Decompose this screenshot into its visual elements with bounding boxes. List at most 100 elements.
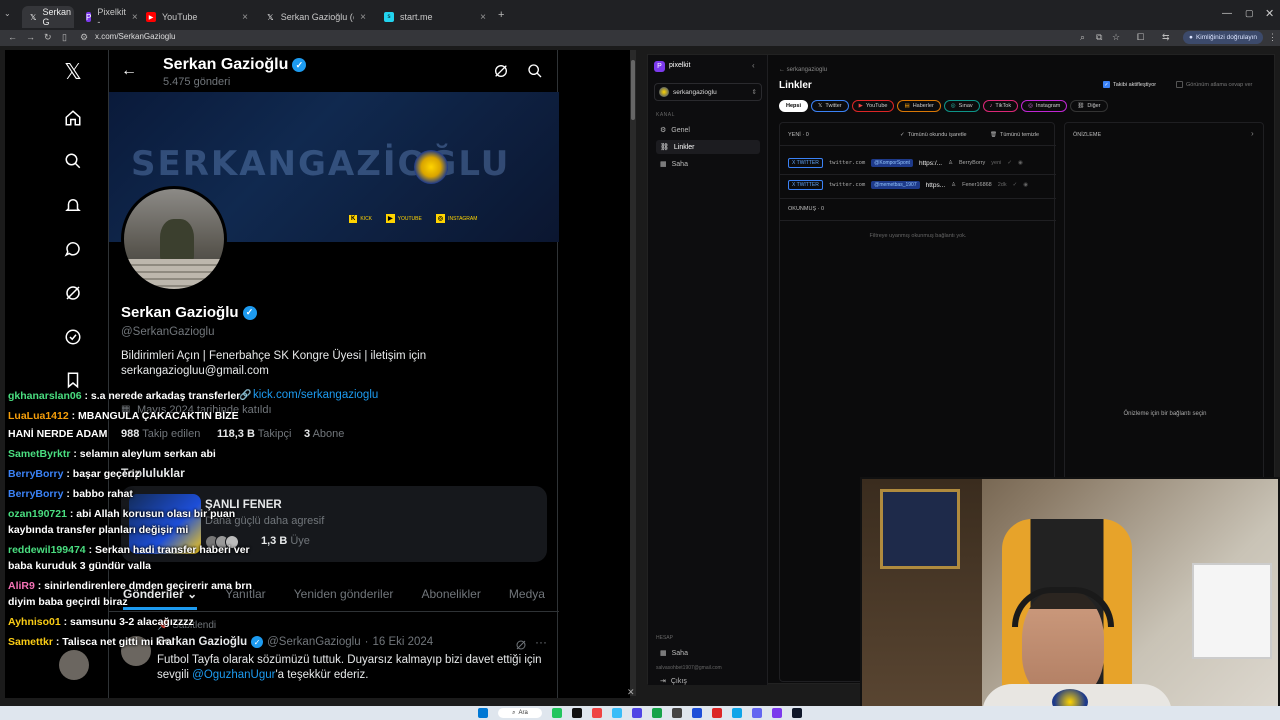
tab-media[interactable]: Medya [509, 587, 545, 610]
profile-search-icon[interactable] [527, 63, 543, 84]
eye-icon[interactable]: ◉ [1018, 160, 1023, 166]
following-stat[interactable]: 988 Takip edilen [121, 428, 200, 440]
taskbar-app-icon[interactable] [671, 708, 682, 718]
filter-sinav[interactable]: ◎ Sınav [943, 100, 980, 112]
home-icon[interactable] [63, 108, 83, 128]
tab-serkan-x-2[interactable]: 𝕏 Serkan Gazioğlu (@SerkanGazi × [258, 6, 374, 28]
link-row[interactable]: X TWITTER twitter.com @KomporSpont https… [780, 153, 1056, 173]
taskbar-app-icon[interactable] [651, 708, 662, 718]
filter-youtube[interactable]: ▶ YouTube [851, 100, 895, 112]
profile-link[interactable]: kick.com/serkangazioglu [253, 389, 378, 401]
check-icon[interactable]: ✓ [1007, 160, 1012, 166]
clear-all-button[interactable]: 🗑 Tümünü temizle [990, 132, 1039, 138]
check-icon: ✓ [900, 132, 905, 138]
minimize-button[interactable]: — [1222, 8, 1232, 19]
nav-genel[interactable]: ⚙ Genel [656, 123, 760, 137]
more-icon[interactable]: ··· [535, 635, 547, 649]
taskbar-app-icon[interactable] [751, 708, 762, 718]
search-icon[interactable] [63, 151, 83, 171]
toggle-view-skip[interactable]: Görünüm atlama cevap ver [1176, 81, 1252, 88]
close-icon[interactable]: × [360, 12, 366, 23]
tab-subscriptions[interactable]: Abonelikler [421, 587, 480, 610]
tab-reposts[interactable]: Yeniden gönderiler [294, 587, 394, 610]
check-icon[interactable]: ✓ [1013, 182, 1018, 188]
screenshot-icon[interactable]: ⧉ [1096, 32, 1102, 43]
translate-icon[interactable]: ⇆ [1162, 32, 1170, 43]
tab-list-button[interactable]: ⌄ [4, 9, 16, 21]
webcam-framed-jersey [880, 489, 960, 569]
bookmark-icon[interactable]: ☆ [1112, 32, 1120, 43]
tab-pixelkit[interactable]: P Pixelkit - × [78, 6, 138, 28]
toggle-follow[interactable]: ✓ Takibi aktifleştiyor [1103, 81, 1156, 88]
account-switcher[interactable]: serkangazioglu ⇕ [654, 83, 762, 101]
tweet-date[interactable]: 16 Eki 2024 [372, 636, 433, 648]
filter-instagram[interactable]: ◎ Instagram [1021, 100, 1068, 112]
filter-hepsi[interactable]: Hepsi [779, 100, 808, 112]
reload-icon[interactable]: ↻ [44, 32, 52, 43]
maximize-button[interactable]: ▢ [1245, 8, 1254, 19]
taskbar-app-icon[interactable] [791, 708, 802, 718]
search-icon: ⌕ [512, 709, 516, 716]
back-arrow-icon[interactable]: ← [121, 62, 137, 80]
nav-logout[interactable]: ⇥ Çıkış [656, 677, 760, 686]
breadcrumb[interactable]: ← serkangazioglu [779, 67, 827, 73]
nav-linkler[interactable]: ⛓ Linkler [656, 140, 760, 154]
tab-youtube[interactable]: ▶ YouTube × [138, 6, 256, 28]
taskbar-app-icon[interactable] [611, 708, 622, 718]
verify-identity-button[interactable]: ● Kimliğinizi doğrulayın [1183, 31, 1263, 44]
chat-message: ozan190721 : abi Allah korusun olası bir… [8, 508, 235, 520]
windows-start-icon[interactable] [478, 708, 489, 718]
nav-saha-bottom[interactable]: ▦ Saha [656, 646, 760, 660]
site-info-icon[interactable]: ⚙ [80, 32, 88, 43]
new-tab-button[interactable]: + [498, 9, 504, 21]
tab-startme[interactable]: s start.me × [376, 6, 494, 28]
grok-icon[interactable] [63, 283, 83, 303]
mark-all-read-button[interactable]: ✓ Tümünü okundu işaretle [900, 132, 967, 138]
taskbar-app-icon[interactable] [711, 708, 722, 718]
close-icon[interactable]: × [480, 12, 486, 23]
extensions-icon[interactable]: ⧠ [1137, 32, 1144, 43]
x-logo-icon[interactable]: 𝕏 [63, 59, 83, 84]
chat-text: : Serkan hadi transfer haberi ver [88, 544, 250, 556]
messages-icon[interactable] [63, 239, 83, 259]
x-pane-scrollbar[interactable] [630, 50, 636, 696]
close-icon[interactable]: × [242, 12, 248, 23]
subscriptions-stat[interactable]: 3 Abone [304, 428, 344, 440]
taskbar-app-icon[interactable] [571, 708, 582, 718]
taskbar-search[interactable]: ⌕ Ara [498, 708, 542, 718]
zoom-icon[interactable]: ⌕ [1080, 32, 1085, 43]
link-row[interactable]: X TWITTER twitter.com @memetbas_1907 htt… [780, 175, 1056, 195]
taskbar-app-icon[interactable] [631, 708, 642, 718]
taskbar-app-icon[interactable] [771, 708, 782, 718]
filter-haberler[interactable]: ▤ Haberler [897, 100, 941, 112]
back-icon[interactable]: ← [8, 32, 17, 42]
tweet-mention[interactable]: @OguzhanUgur [192, 669, 275, 681]
url-field[interactable]: x.com/SerkanGazioglu [95, 32, 175, 41]
forward-icon[interactable]: → [26, 32, 35, 42]
filter-diger[interactable]: ⛓ Diğer [1070, 100, 1108, 112]
chevron-right-icon[interactable]: › [1251, 129, 1254, 138]
eye-icon[interactable]: ◉ [1023, 182, 1028, 188]
tab-serkan-x[interactable]: 𝕏 Serkan G [22, 6, 74, 28]
close-panel-icon[interactable]: ✕ [627, 687, 635, 698]
grok-icon[interactable] [493, 63, 509, 84]
bookmarks-icon[interactable] [63, 370, 83, 390]
profile-avatar-small[interactable] [59, 650, 89, 680]
sidebar-icon[interactable]: ▯ [62, 32, 67, 43]
collapse-sidebar-icon[interactable]: ‹ [752, 61, 755, 70]
profile-avatar[interactable] [121, 186, 227, 292]
followers-stat[interactable]: 118,3 B Takipçi [217, 428, 291, 440]
close-icon[interactable]: × [132, 12, 138, 23]
bell-icon[interactable] [63, 195, 83, 215]
taskbar-app-icon[interactable] [731, 708, 742, 718]
filter-twitter[interactable]: 𝕏 Twitter [810, 100, 849, 112]
taskbar-app-icon[interactable] [691, 708, 702, 718]
close-window-button[interactable]: ✕ [1265, 7, 1274, 20]
taskbar-app-icon[interactable] [591, 708, 602, 718]
nav-saha[interactable]: ▦ Saha [656, 157, 760, 171]
menu-icon[interactable]: ⋮ [1268, 32, 1277, 43]
filter-tiktok[interactable]: ♪ TikTok [982, 100, 1019, 112]
taskbar-app-icon[interactable] [551, 708, 562, 718]
verified-orgs-icon[interactable] [63, 327, 83, 347]
x-icon: 𝕏 [817, 103, 823, 109]
